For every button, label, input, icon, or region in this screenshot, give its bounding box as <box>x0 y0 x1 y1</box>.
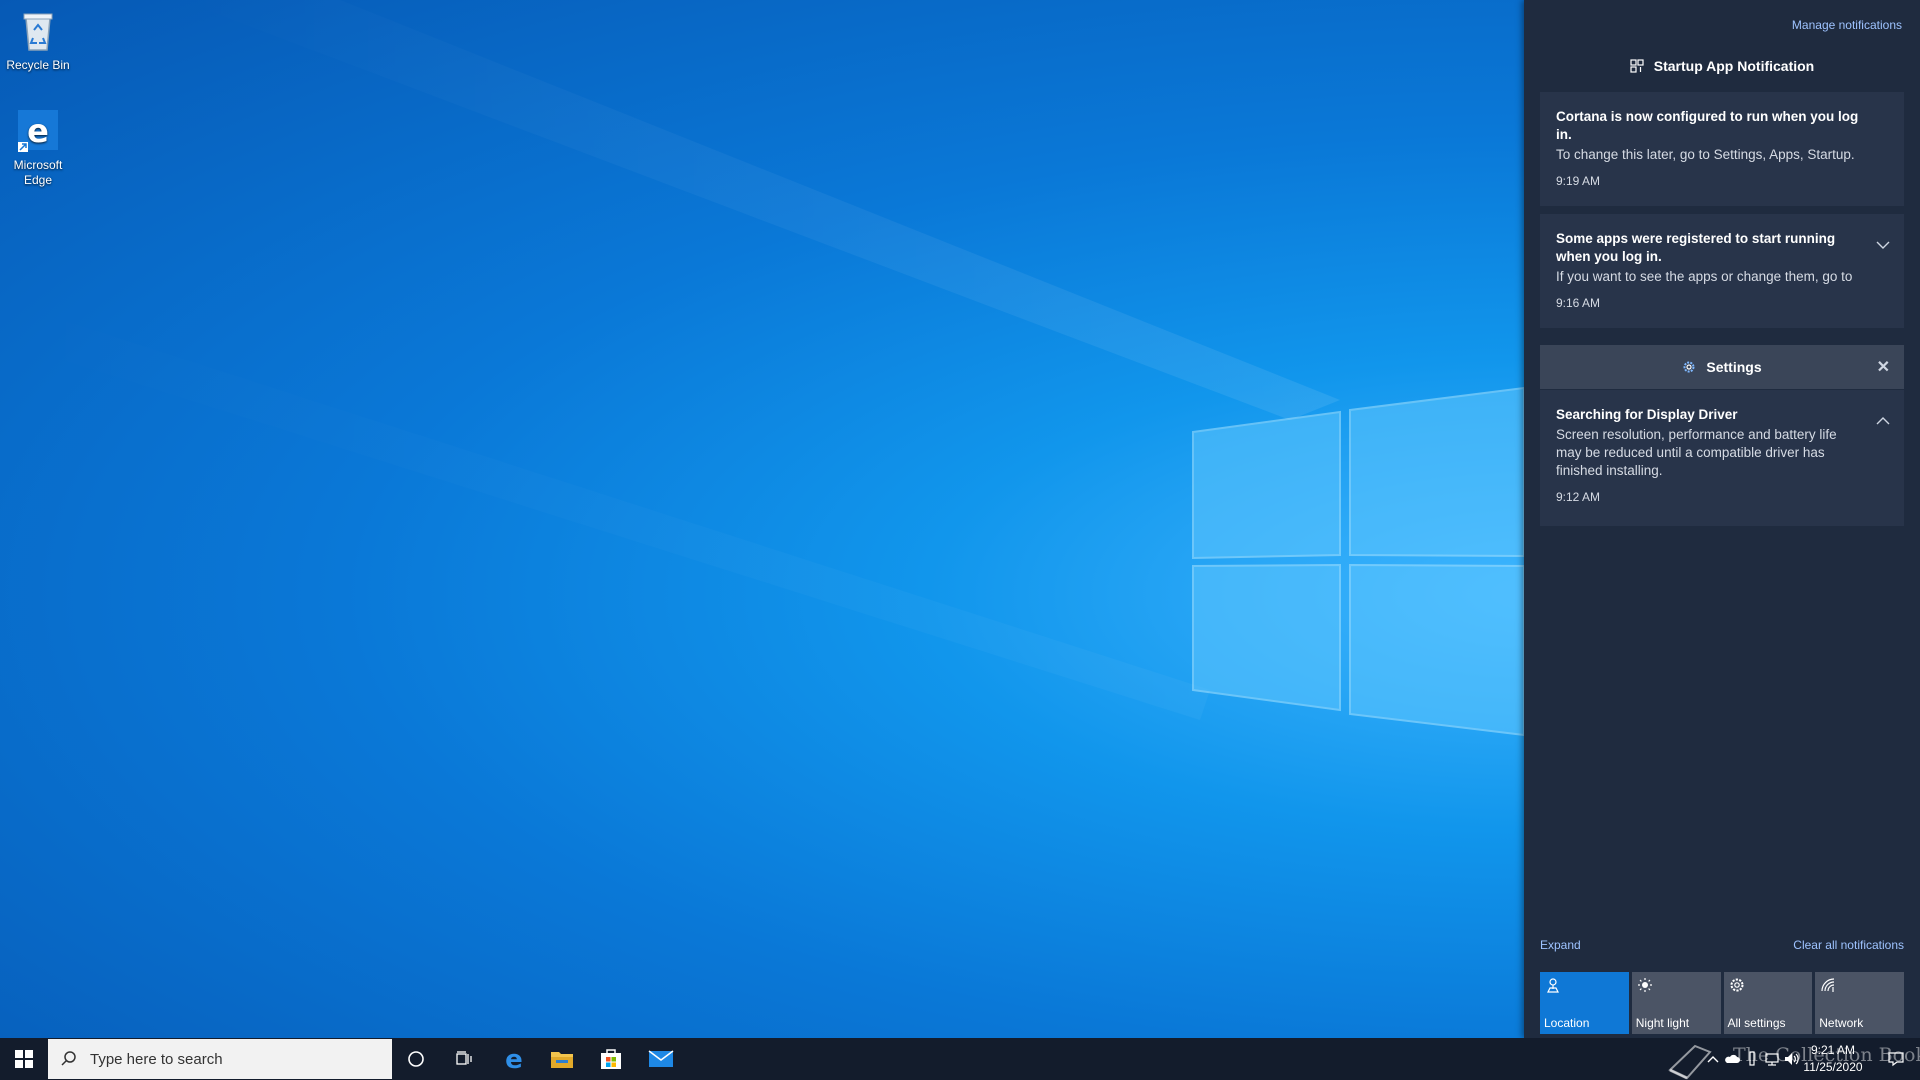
notification-title: Some apps were registered to start runni… <box>1556 231 1836 264</box>
quick-action-all-settings[interactable]: All settings <box>1723 972 1813 1034</box>
notification-group-header-settings[interactable]: Settings ✕ <box>1540 345 1904 389</box>
store-icon <box>601 1049 621 1069</box>
network-icon <box>1821 978 1835 992</box>
mail-icon <box>648 1050 674 1067</box>
quick-action-label: Night light <box>1635 1016 1690 1030</box>
desktop-icon-label: Recycle Bin <box>6 58 70 72</box>
notification-time: 9:16 AM <box>1556 296 1601 310</box>
quick-action-label: All settings <box>1727 1016 1786 1030</box>
book-logo-icon <box>1668 1044 1712 1080</box>
taskbar-microsoft-store[interactable] <box>587 1038 635 1080</box>
start-button[interactable] <box>0 1038 48 1080</box>
search-placeholder: Type here to search <box>90 1050 223 1068</box>
quick-action-night-light[interactable]: Night light <box>1631 972 1721 1034</box>
cortana-icon <box>408 1051 424 1067</box>
svg-text:e: e <box>505 1047 523 1071</box>
recycle-bin-icon <box>23 13 53 51</box>
notification-body: If you want to see the apps or change th… <box>1556 269 1853 284</box>
quick-action-network[interactable]: Network <box>1815 972 1904 1034</box>
taskbar-search-box[interactable]: Type here to search <box>48 1039 392 1079</box>
notification-title: Cortana is now configured to run when yo… <box>1556 109 1859 142</box>
taskbar-mail[interactable] <box>637 1038 685 1080</box>
action-center: Manage notifications Startup App Notific… <box>1524 0 1920 1038</box>
notification-group-title: Settings <box>1706 359 1762 375</box>
notification-group-header-startup[interactable]: Startup App Notification <box>1540 49 1904 83</box>
startup-app-icon <box>1630 59 1644 73</box>
expand-link[interactable]: Expand <box>1540 938 1581 952</box>
notification-card[interactable]: Cortana is now configured to run when yo… <box>1540 92 1904 206</box>
taskbar-file-explorer[interactable] <box>538 1038 586 1080</box>
quick-action-label: Network <box>1819 1016 1864 1030</box>
notification-time: 9:12 AM <box>1556 490 1601 504</box>
taskbar-edge[interactable]: e <box>490 1038 538 1080</box>
notification-title: Searching for Display Driver <box>1556 407 1738 422</box>
windows-logo-icon <box>15 1050 33 1068</box>
search-icon <box>61 1051 76 1066</box>
quick-action-label: Location <box>1544 1016 1590 1030</box>
taskbar: Type here to search e 9:21 AM 11/25/2020 <box>0 1038 1920 1080</box>
manage-notifications-link[interactable]: Manage notifications <box>1792 18 1902 32</box>
cortana-button[interactable] <box>392 1038 440 1080</box>
chevron-up-icon[interactable] <box>1876 416 1890 426</box>
notification-time: 9:19 AM <box>1556 174 1601 188</box>
notification-card[interactable]: Searching for Display Driver Screen reso… <box>1540 390 1904 526</box>
task-view-icon <box>456 1051 472 1065</box>
task-view-button[interactable] <box>440 1038 488 1080</box>
edge-icon: e <box>18 110 58 152</box>
gear-icon <box>1730 978 1743 992</box>
notification-body: To change this later, go to Settings, Ap… <box>1556 147 1855 162</box>
notification-group-title: Startup App Notification <box>1653 58 1815 74</box>
location-icon <box>1547 978 1559 993</box>
desktop-icon-label: Microsoft Edge <box>13 158 63 187</box>
notification-card[interactable]: Some apps were registered to start runni… <box>1540 214 1904 328</box>
desktop-icon-recycle-bin[interactable]: Recycle Bin <box>0 8 76 73</box>
notification-body: Screen resolution, performance and batte… <box>1556 427 1837 478</box>
file-explorer-icon <box>551 1052 573 1068</box>
svg-text:e: e <box>27 112 49 150</box>
brightness-icon <box>1637 978 1652 992</box>
clear-all-notifications-link[interactable]: Clear all notifications <box>1793 938 1904 952</box>
edge-icon: e <box>505 1047 523 1071</box>
watermark-text: The Collection Book <box>1733 1044 1920 1066</box>
action-center-footer: Expand Clear all notifications <box>1540 938 1904 952</box>
close-icon[interactable]: ✕ <box>1877 357 1890 377</box>
desktop-icon-microsoft-edge[interactable]: e Microsoft Edge <box>0 108 76 188</box>
chevron-down-icon[interactable] <box>1876 240 1890 250</box>
gear-icon <box>1683 361 1695 373</box>
quick-actions: Location Night light All settings Networ… <box>1540 972 1904 1034</box>
watermark: The Collection Book <box>1665 1040 1920 1080</box>
quick-action-location[interactable]: Location <box>1540 972 1629 1034</box>
